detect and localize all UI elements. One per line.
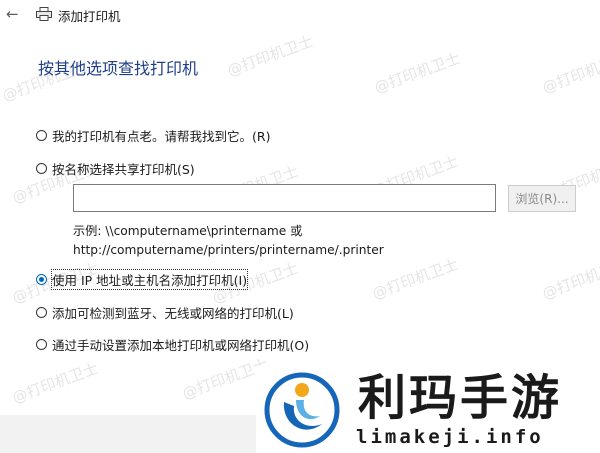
option-ip-address[interactable]: 使用 IP 地址或主机名添加打印机(I)	[36, 269, 249, 290]
watermark-text: @打印机卫士	[539, 49, 600, 97]
option-label: 按名称选择共享打印机(S)	[52, 162, 195, 177]
option-manual-setup[interactable]: 通过手动设置添加本地打印机或网络打印机(O)	[36, 335, 309, 354]
radio-button[interactable]	[36, 163, 47, 174]
brand-logo-icon	[264, 372, 340, 448]
watermark-text: @打印机卫士	[9, 359, 101, 407]
example-text: 示例: \\computername\printername 或 http://…	[73, 222, 384, 260]
radio-button[interactable]	[36, 130, 47, 141]
option-old-printer[interactable]: 我的打印机有点老。请帮我找到它。(R)	[36, 126, 270, 145]
watermark-text: @打印机卫士	[539, 255, 600, 303]
printer-icon	[36, 7, 52, 21]
watermark-text: @打印机卫士	[224, 32, 316, 80]
browse-button[interactable]: 浏览(R)...	[508, 185, 576, 212]
option-label: 通过手动设置添加本地打印机或网络打印机(O)	[52, 338, 310, 353]
radio-button-selected[interactable]	[36, 274, 47, 285]
example-line-2: http://computername/printers/printername…	[73, 243, 384, 257]
watermark-text: @打印机卫士	[371, 49, 463, 97]
window-title: 添加打印机	[58, 9, 121, 24]
radio-button[interactable]	[36, 307, 47, 318]
option-label: 使用 IP 地址或主机名添加打印机(I)	[50, 269, 249, 290]
brand-domain: limakeji.info	[356, 426, 544, 448]
option-label: 添加可检测到蓝牙、无线或网络的打印机(L)	[52, 306, 294, 321]
page-heading: 按其他选项查找打印机	[38, 59, 199, 78]
radio-button[interactable]	[36, 339, 47, 350]
option-bluetooth-wireless[interactable]: 添加可检测到蓝牙、无线或网络的打印机(L)	[36, 303, 294, 322]
back-arrow-icon[interactable]: ←	[6, 6, 19, 22]
watermark-text: @打印机卫士	[369, 255, 461, 303]
example-line-1: 示例: \\computername\printername 或	[73, 224, 303, 238]
option-label: 我的打印机有点老。请帮我找到它。(R)	[52, 129, 271, 144]
brand-name: 利玛手游	[358, 370, 563, 426]
printer-name-input[interactable]	[73, 184, 496, 212]
option-shared-printer[interactable]: 按名称选择共享打印机(S)	[36, 159, 195, 178]
